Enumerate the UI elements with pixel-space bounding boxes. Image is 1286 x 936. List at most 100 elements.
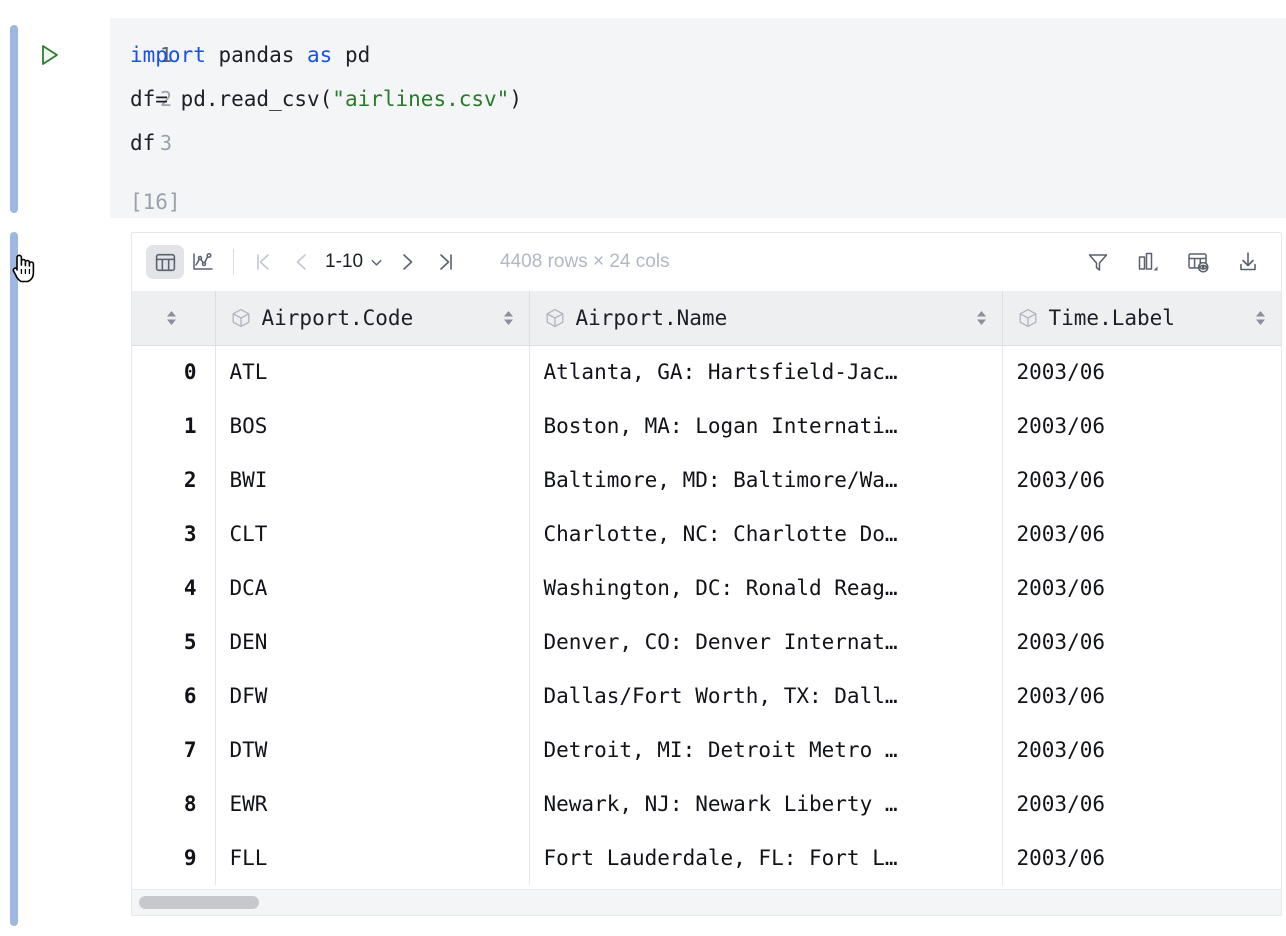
- row-index-cell: 5: [132, 615, 215, 669]
- row-column-count-label: 4408 rows × 24 cols: [500, 251, 670, 273]
- line-chart-icon: [191, 250, 215, 274]
- chevron-down-icon: [369, 255, 384, 270]
- table-grid-icon: [154, 251, 177, 274]
- table-row[interactable]: 3CLTCharlotte, NC: Charlotte Do…2003/06: [132, 507, 1281, 561]
- table-row[interactable]: 5DENDenver, CO: Denver Internat…2003/06: [132, 615, 1281, 669]
- token-plain: df= pd.read_csv(: [130, 87, 332, 111]
- sort-arrows-icon[interactable]: [502, 309, 515, 327]
- code-line-content: df= pd.read_csv("airlines.csv"): [130, 87, 522, 111]
- column-header-index[interactable]: [132, 291, 215, 345]
- run-cell-button[interactable]: [36, 42, 62, 68]
- header-row: Airport.Code: [132, 291, 1281, 345]
- column-header-time-label[interactable]: Time.Label: [1002, 291, 1281, 345]
- cell-airport-name[interactable]: Boston, MA: Logan Internati…: [529, 399, 1002, 453]
- bar-chart-icon: [1136, 250, 1160, 274]
- token-plain: ): [509, 87, 522, 111]
- export-data-button[interactable]: [1231, 245, 1265, 279]
- cell-airport-name[interactable]: Detroit, MI: Detroit Metro …: [529, 723, 1002, 777]
- column-header-label: Airport.Name: [576, 306, 728, 330]
- cell-time-label[interactable]: 2003/06: [1002, 615, 1281, 669]
- cell-airport-code[interactable]: DTW: [215, 723, 529, 777]
- table-eye-icon: [1186, 250, 1210, 274]
- row-index-cell: 8: [132, 777, 215, 831]
- cell-time-label[interactable]: 2003/06: [1002, 777, 1281, 831]
- cell-airport-name[interactable]: Washington, DC: Ronald Reag…: [529, 561, 1002, 615]
- play-triangle-icon: [36, 42, 62, 68]
- row-index-cell: 2: [132, 453, 215, 507]
- chevron-last-icon: [434, 251, 456, 273]
- cell-airport-code[interactable]: DCA: [215, 561, 529, 615]
- cell-airport-code[interactable]: BWI: [215, 453, 529, 507]
- table-row[interactable]: 7DTWDetroit, MI: Detroit Metro …2003/06: [132, 723, 1281, 777]
- cell-time-label[interactable]: 2003/06: [1002, 399, 1281, 453]
- dataframe-toolbar: 1-10 4408 rows × 24 cols: [132, 233, 1281, 291]
- row-index-cell: 1: [132, 399, 215, 453]
- page-range-selector[interactable]: 1-10: [321, 251, 388, 273]
- table-header: Airport.Code: [132, 291, 1281, 345]
- table-row[interactable]: 6DFWDallas/Fort Worth, TX: Dall…2003/06: [132, 669, 1281, 723]
- token-plain: pandas: [206, 43, 307, 67]
- cell-airport-code[interactable]: BOS: [215, 399, 529, 453]
- download-icon: [1236, 250, 1260, 274]
- cell-time-label[interactable]: 2003/06: [1002, 507, 1281, 561]
- table-view-button[interactable]: [146, 245, 184, 279]
- cube-icon: [230, 307, 252, 329]
- row-index-cell: 3: [132, 507, 215, 561]
- table-preview-button[interactable]: [1181, 245, 1215, 279]
- cell-time-label[interactable]: 2003/06: [1002, 723, 1281, 777]
- cell-airport-code[interactable]: DEN: [215, 615, 529, 669]
- sort-arrows-icon[interactable]: [1254, 309, 1267, 327]
- cell-airport-code[interactable]: FLL: [215, 831, 529, 885]
- table-body: 0ATLAtlanta, GA: Hartsfield-Jac…2003/061…: [132, 345, 1281, 885]
- sort-arrows-icon[interactable]: [165, 309, 178, 327]
- cell-time-label[interactable]: 2003/06: [1002, 561, 1281, 615]
- next-page-button[interactable]: [388, 245, 426, 279]
- horizontal-scrollbar-thumb[interactable]: [139, 896, 259, 909]
- horizontal-scrollbar[interactable]: [132, 889, 1281, 915]
- chart-view-button[interactable]: [184, 245, 222, 279]
- cell-time-label[interactable]: 2003/06: [1002, 669, 1281, 723]
- cell-airport-code[interactable]: ATL: [215, 345, 529, 399]
- filter-button[interactable]: [1081, 245, 1115, 279]
- cell-airport-name[interactable]: Baltimore, MD: Baltimore/Wa…: [529, 453, 1002, 507]
- cell-airport-name[interactable]: Charlotte, NC: Charlotte Do…: [529, 507, 1002, 561]
- cell-airport-name[interactable]: Atlanta, GA: Hartsfield-Jac…: [529, 345, 1002, 399]
- page-range-label: 1-10: [325, 251, 363, 273]
- previous-page-button[interactable]: [283, 245, 321, 279]
- table-row[interactable]: 9FLLFort Lauderdale, FL: Fort L…2003/06: [132, 831, 1281, 885]
- code-cell-gutter-bar[interactable]: [10, 25, 18, 213]
- table-row[interactable]: 0ATLAtlanta, GA: Hartsfield-Jac…2003/06: [132, 345, 1281, 399]
- table-row[interactable]: 8EWRNewark, NJ: Newark Liberty …2003/06: [132, 777, 1281, 831]
- column-header-airport-name[interactable]: Airport.Name: [529, 291, 1002, 345]
- table-row[interactable]: 2BWIBaltimore, MD: Baltimore/Wa…2003/06: [132, 453, 1281, 507]
- cell-airport-code[interactable]: EWR: [215, 777, 529, 831]
- cell-airport-code[interactable]: CLT: [215, 507, 529, 561]
- output-cell-gutter-bar[interactable]: [10, 232, 18, 926]
- sort-arrows-icon[interactable]: [975, 309, 988, 327]
- row-index-cell: 9: [132, 831, 215, 885]
- cell-airport-name[interactable]: Dallas/Fort Worth, TX: Dall…: [529, 669, 1002, 723]
- code-line-content: import pandas as pd: [130, 43, 370, 67]
- cell-airport-code[interactable]: DFW: [215, 669, 529, 723]
- column-statistics-button[interactable]: [1131, 245, 1165, 279]
- cell-airport-name[interactable]: Denver, CO: Denver Internat…: [529, 615, 1002, 669]
- cell-airport-name[interactable]: Fort Lauderdale, FL: Fort L…: [529, 831, 1002, 885]
- column-header-label: Airport.Code: [262, 306, 414, 330]
- cell-time-label[interactable]: 2003/06: [1002, 831, 1281, 885]
- cell-time-label[interactable]: 2003/06: [1002, 345, 1281, 399]
- cell-time-label[interactable]: 2003/06: [1002, 453, 1281, 507]
- code-cell[interactable]: 1 import pandas as pd 2 df= pd.read_csv(…: [110, 18, 1286, 218]
- toolbar-right-actions: [1081, 245, 1265, 279]
- last-page-button[interactable]: [426, 245, 464, 279]
- execution-count-marker: [16]: [130, 190, 181, 214]
- column-header-airport-code[interactable]: Airport.Code: [215, 291, 529, 345]
- table-row[interactable]: 4DCAWashington, DC: Ronald Reag…2003/06: [132, 561, 1281, 615]
- row-index-cell: 4: [132, 561, 215, 615]
- dataframe-grid[interactable]: Airport.Code: [132, 291, 1281, 889]
- table-row[interactable]: 1BOSBoston, MA: Logan Internati…2003/06: [132, 399, 1281, 453]
- cell-airport-name[interactable]: Newark, NJ: Newark Liberty …: [529, 777, 1002, 831]
- token-string: "airlines.csv": [332, 87, 509, 111]
- cube-icon: [544, 307, 566, 329]
- first-page-button[interactable]: [245, 245, 283, 279]
- column-header-label: Time.Label: [1049, 306, 1175, 330]
